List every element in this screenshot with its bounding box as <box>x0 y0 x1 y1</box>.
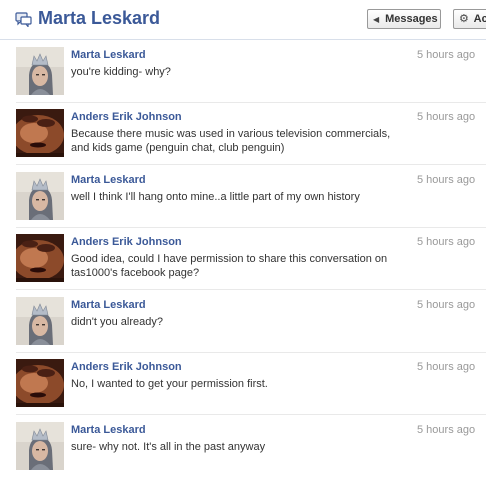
message-text: No, I wanted to get your permission firs… <box>71 378 268 390</box>
avatar[interactable] <box>16 359 64 407</box>
message-timestamp: 5 hours ago <box>417 49 476 61</box>
message-text: Because there music was used in various … <box>71 128 391 154</box>
message-timestamp: 5 hours ago <box>417 236 476 248</box>
message-timestamp: 5 hours ago <box>417 174 476 186</box>
sender-name-link[interactable]: Marta Leskard <box>71 424 146 436</box>
message-item: Marta Leskard 5 hours ago you're kidding- … <box>0 41 486 103</box>
message-divider <box>16 164 486 165</box>
message-item: Marta Leskard 5 hours ago well I think I'l… <box>0 166 486 228</box>
message-text: didn't you already? <box>71 316 163 328</box>
avatar[interactable] <box>16 297 64 345</box>
message-timestamp: 5 hours ago <box>417 111 476 123</box>
sender-name-link[interactable]: Anders Erik Johnson <box>71 111 182 123</box>
message-timestamp: 5 hours ago <box>417 424 476 436</box>
message-text: sure- why not. It's all in the past anyw… <box>71 441 266 453</box>
message-item: Marta Leskard 5 hours ago didn't you alrea… <box>0 291 486 353</box>
back-to-messages-button[interactable]: ◀ Messages <box>367 9 441 29</box>
conversation-header: Marta Leskard ◀ Messages ⚙ Ac <box>0 0 486 40</box>
page-title: Marta Leskard <box>38 8 161 28</box>
sender-name-link[interactable]: Marta Leskard <box>71 299 146 311</box>
sender-name-link[interactable]: Marta Leskard <box>71 174 146 186</box>
message-item: Anders Erik Johnson 5 hours ago No, I want… <box>0 353 486 415</box>
sender-name-link[interactable]: Anders Erik Johnson <box>71 361 182 373</box>
avatar[interactable] <box>16 234 64 282</box>
actions-button-label: Ac <box>473 13 486 25</box>
chevron-left-icon: ◀ <box>373 15 380 24</box>
messages-button-label: Messages <box>385 13 438 25</box>
message-text: Good idea, could I have permission to sh… <box>71 253 388 279</box>
message-text: well I think I'll hang onto mine..a litt… <box>71 191 360 203</box>
message-timestamp: 5 hours ago <box>417 299 476 311</box>
avatar[interactable] <box>16 47 64 95</box>
message-text: you're kidding- why? <box>71 66 171 78</box>
actions-button[interactable]: ⚙ Ac <box>453 9 486 29</box>
avatar[interactable] <box>16 109 64 157</box>
avatar[interactable] <box>16 172 64 220</box>
message-divider <box>16 414 486 415</box>
message-item: Anders Erik Johnson 5 hours ago Good idea,… <box>0 228 486 290</box>
gear-icon: ⚙ <box>459 13 469 25</box>
message-item: Anders Erik Johnson 5 hours ago Because th… <box>0 103 486 165</box>
message-item: Marta Leskard 5 hours ago sure- why not. I… <box>0 416 486 478</box>
messages-icon <box>15 12 32 27</box>
avatar[interactable] <box>16 422 64 470</box>
sender-name-link[interactable]: Anders Erik Johnson <box>71 236 182 248</box>
sender-name-link[interactable]: Marta Leskard <box>71 49 146 61</box>
message-divider <box>16 289 486 290</box>
message-timestamp: 5 hours ago <box>417 361 476 373</box>
